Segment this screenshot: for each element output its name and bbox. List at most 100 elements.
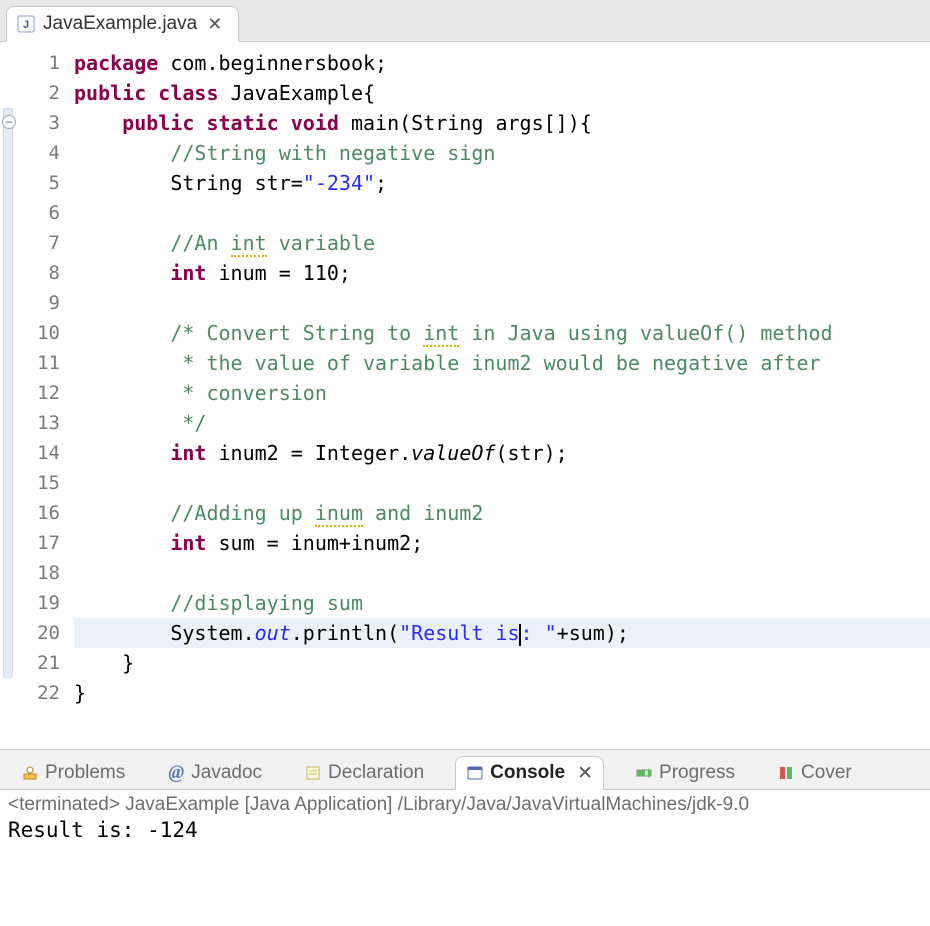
code-line[interactable]: //Adding up inum and inum2 xyxy=(74,498,930,528)
code-token: } xyxy=(74,651,134,675)
view-tab-coverage[interactable]: Cover xyxy=(766,756,863,790)
code-line[interactable]: } xyxy=(74,648,930,678)
folding-ruler[interactable]: − xyxy=(0,42,20,749)
view-tab-console[interactable]: Console ✕ xyxy=(455,756,604,790)
folding-band xyxy=(3,108,13,678)
code-token: public xyxy=(74,81,146,105)
code-token: +sum); xyxy=(557,621,629,645)
view-tab-declaration[interactable]: Declaration xyxy=(293,756,435,790)
code-line[interactable]: //An int variable xyxy=(74,228,930,258)
code-token xyxy=(74,591,170,615)
code-token: .println( xyxy=(291,621,399,645)
progress-icon xyxy=(635,764,653,782)
line-number: 11 xyxy=(24,348,60,378)
svg-text:J: J xyxy=(23,19,29,31)
code-line[interactable]: int inum2 = Integer.valueOf(str); xyxy=(74,438,930,468)
code-line[interactable]: System.out.println("Result is: "+sum); xyxy=(74,618,930,648)
line-number: 14 xyxy=(24,438,60,468)
line-number: 19 xyxy=(24,588,60,618)
code-token xyxy=(279,111,291,135)
line-number: 9 xyxy=(24,288,60,318)
line-number: 17 xyxy=(24,528,60,558)
code-token: public xyxy=(122,111,194,135)
line-number: 4 xyxy=(24,138,60,168)
view-tab-problems[interactable]: Problems xyxy=(10,756,136,790)
code-token: sum = inum+inum2; xyxy=(206,531,423,555)
declaration-icon xyxy=(304,764,322,782)
console-status-line: <terminated> JavaExample [Java Applicati… xyxy=(8,794,922,818)
code-token: } xyxy=(74,681,86,705)
code-line[interactable]: public class JavaExample{ xyxy=(74,78,930,108)
close-tab-icon[interactable]: ✕ xyxy=(205,16,224,32)
code-token: "-234" xyxy=(303,171,375,195)
code-token: //An xyxy=(170,231,230,255)
code-token: inum xyxy=(315,501,363,527)
view-tab-progress[interactable]: Progress xyxy=(624,756,746,790)
console-icon xyxy=(466,764,484,782)
code-token: int xyxy=(423,321,459,347)
view-tab-label: Declaration xyxy=(328,762,424,784)
code-line[interactable]: */ xyxy=(74,408,930,438)
line-number: 13 xyxy=(24,408,60,438)
code-text[interactable]: package com.beginnersbook;public class J… xyxy=(68,42,930,749)
code-token xyxy=(74,231,170,255)
code-line[interactable] xyxy=(74,198,930,228)
javadoc-icon: @ xyxy=(167,764,185,782)
code-token: JavaExample{ xyxy=(219,81,376,105)
code-line[interactable]: //displaying sum xyxy=(74,588,930,618)
line-number: 20 xyxy=(24,618,60,648)
line-number: 6 xyxy=(24,198,60,228)
code-token: variable xyxy=(267,231,375,255)
close-view-icon[interactable]: ✕ xyxy=(571,762,593,785)
line-number: 21 xyxy=(24,648,60,678)
editor-tabbar: J JavaExample.java ✕ xyxy=(0,0,930,42)
code-token xyxy=(74,111,122,135)
code-line[interactable] xyxy=(74,468,930,498)
bottom-views: Problems @ Javadoc Declaration Console ✕ Prog… xyxy=(0,750,930,926)
code-line[interactable]: package com.beginnersbook; xyxy=(74,48,930,78)
fold-toggle-icon[interactable]: − xyxy=(2,115,16,129)
code-token: int xyxy=(170,261,206,285)
code-token: int xyxy=(231,231,267,257)
line-number: 12 xyxy=(24,378,60,408)
code-line[interactable]: * conversion xyxy=(74,378,930,408)
console-body[interactable]: <terminated> JavaExample [Java Applicati… xyxy=(0,790,930,926)
code-line[interactable]: public static void main(String args[]){ xyxy=(74,108,930,138)
code-line[interactable]: String str="-234"; xyxy=(74,168,930,198)
code-token xyxy=(74,141,170,165)
code-token: inum = 110; xyxy=(206,261,351,285)
code-line[interactable]: int sum = inum+inum2; xyxy=(74,528,930,558)
code-area[interactable]: − 12345678910111213141516171819202122 pa… xyxy=(0,42,930,749)
code-token xyxy=(74,381,170,405)
code-line[interactable] xyxy=(74,288,930,318)
code-token xyxy=(74,351,170,375)
code-token: System. xyxy=(74,621,255,645)
code-token: //displaying sum xyxy=(170,591,363,615)
code-line[interactable] xyxy=(74,558,930,588)
code-token: void xyxy=(291,111,339,135)
code-line[interactable]: } xyxy=(74,678,930,708)
code-line[interactable]: int inum = 110; xyxy=(74,258,930,288)
editor-pane: J JavaExample.java ✕ − 12345678910111213… xyxy=(0,0,930,750)
code-token xyxy=(74,411,170,435)
code-line[interactable]: /* Convert String to int in Java using v… xyxy=(74,318,930,348)
code-token: "Result is xyxy=(399,621,519,645)
code-token: ; xyxy=(375,171,387,195)
code-line[interactable]: //String with negative sign xyxy=(74,138,930,168)
code-token: package xyxy=(74,51,158,75)
code-token: static xyxy=(206,111,278,135)
view-tab-javadoc[interactable]: @ Javadoc xyxy=(156,756,273,790)
view-tab-label: Cover xyxy=(801,762,852,784)
code-token: //String with negative sign xyxy=(170,141,495,165)
line-number: 16 xyxy=(24,498,60,528)
code-token: class xyxy=(158,81,218,105)
code-line[interactable]: * the value of variable inum2 would be n… xyxy=(74,348,930,378)
code-token: //Adding up xyxy=(170,501,315,525)
line-number: 7 xyxy=(24,228,60,258)
problems-icon xyxy=(21,764,39,782)
code-token: com.beginnersbook; xyxy=(158,51,387,75)
editor-tab-javaexample[interactable]: J JavaExample.java ✕ xyxy=(6,6,239,42)
view-tab-label: Javadoc xyxy=(191,762,262,784)
code-token: : " xyxy=(521,621,557,645)
code-token: in Java using valueOf() method xyxy=(459,321,832,345)
